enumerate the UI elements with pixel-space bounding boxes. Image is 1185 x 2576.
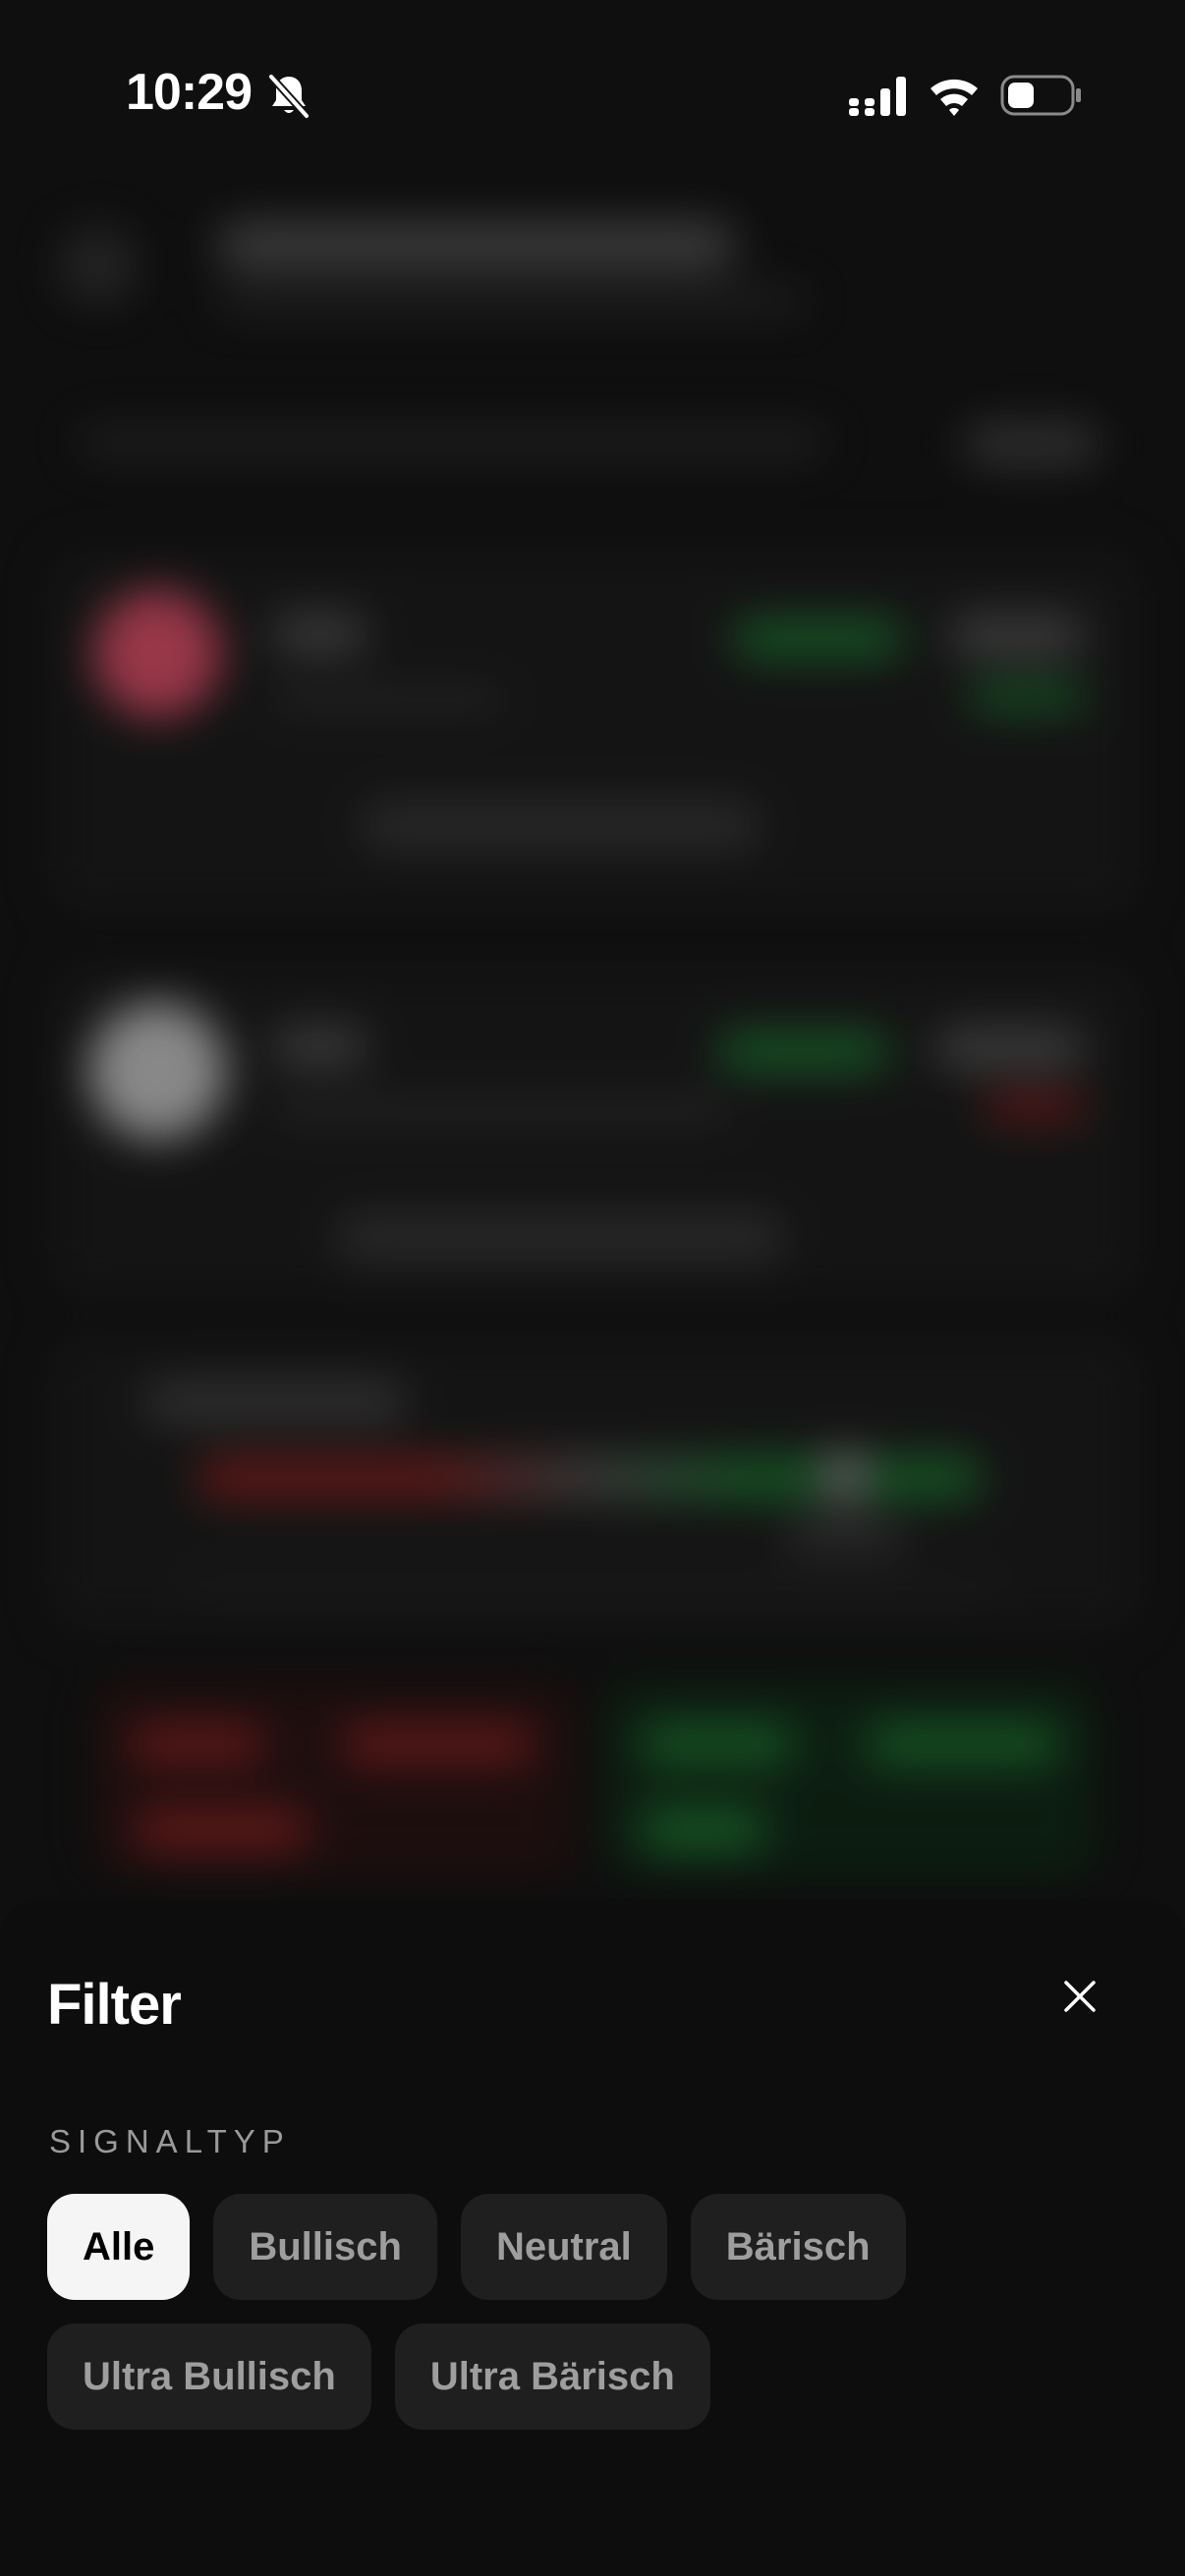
chip-row: Alle Bullisch Neutral Bärisch bbox=[47, 2194, 906, 2300]
sheet-title: Filter bbox=[47, 1973, 182, 2037]
chip-bullisch[interactable]: Bullisch bbox=[213, 2194, 437, 2300]
close-button[interactable] bbox=[1047, 1964, 1112, 2029]
close-icon bbox=[1064, 1981, 1096, 2012]
status-bar: 10:29 bbox=[0, 0, 1185, 187]
section-label-signaltyp: SIGNALTYP bbox=[49, 2123, 291, 2159]
chip-ultra-bullisch[interactable]: Ultra Bullisch bbox=[47, 2324, 371, 2430]
filter-bottom-sheet: Filter SIGNALTYP Alle Bullisch Neutral B… bbox=[0, 1899, 1185, 2576]
chip-neutral[interactable]: Neutral bbox=[460, 2194, 667, 2300]
bell-slash-icon bbox=[267, 73, 310, 120]
wifi-icon bbox=[931, 79, 978, 116]
chip-baerisch[interactable]: Bärisch bbox=[690, 2194, 906, 2300]
chip-row: Ultra Bullisch Ultra Bärisch bbox=[47, 2324, 710, 2430]
chip-alle[interactable]: Alle bbox=[47, 2194, 191, 2300]
cellular-signal-icon bbox=[849, 77, 906, 116]
status-time: 10:29 bbox=[126, 64, 253, 121]
battery-icon bbox=[1000, 75, 1081, 116]
chip-ultra-baerisch[interactable]: Ultra Bärisch bbox=[394, 2324, 710, 2430]
